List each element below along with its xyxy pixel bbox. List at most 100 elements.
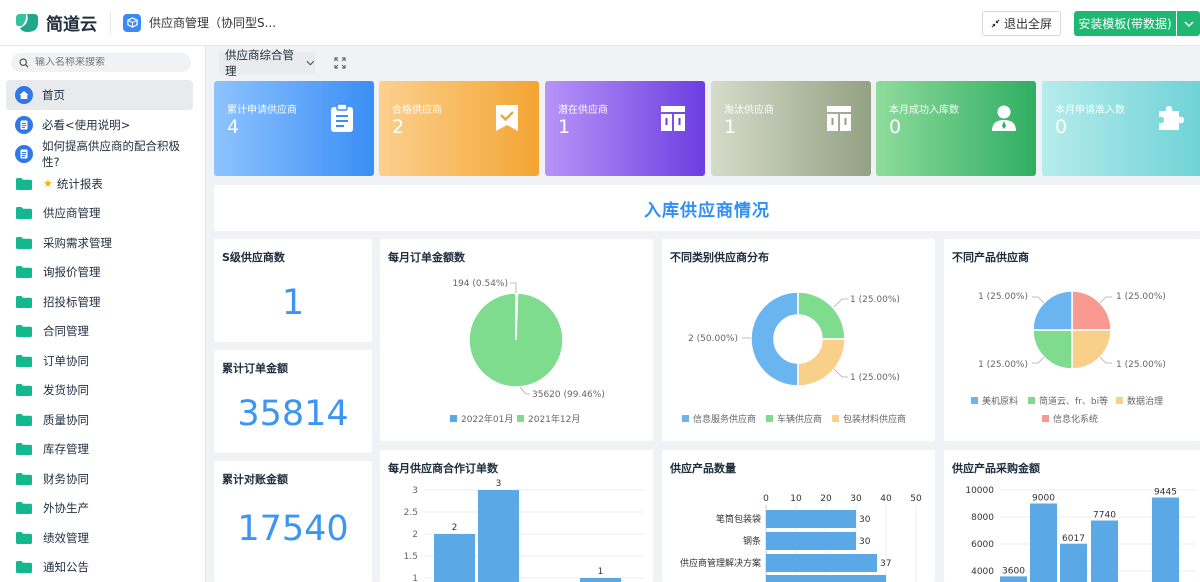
sidebar-item[interactable]: 财务协同 [6,464,193,494]
install-template-button[interactable]: 安装模板(带数据) [1074,11,1176,36]
sidebar-item-label: 质量协同 [43,412,89,427]
sidebar-item[interactable]: ★ 统计报表 [6,169,193,199]
chart-card-product-suppliers[interactable]: 不同产品供应商 1 (25.00%) 1 (25.00%) 1 (25.00%) 1 … [944,239,1200,441]
search-icon [19,57,29,67]
pie-slice[interactable] [1071,329,1112,370]
star-icon: ★ [43,177,53,190]
app-title[interactable]: 供应商管理（协同型S... [149,14,276,31]
pie-slice[interactable] [797,291,846,340]
label-leader-line [1032,356,1045,364]
sidebar-item-label: 必看<使用说明> [42,117,131,132]
sidebar-item[interactable]: 供应商管理 [6,198,193,228]
search-box[interactable] [11,53,191,72]
bar[interactable] [1091,520,1118,582]
pie-slice[interactable] [468,292,564,388]
chart-card-monthly-order-amount[interactable]: 每月订单金额数 194 (0.54%) 35620 (99.46%) 2022年01… [380,239,653,441]
label-leader-line [1032,296,1045,304]
sidebar-item[interactable]: 合同管理 [6,316,193,346]
stat-value: 17540 [237,509,349,549]
section-title: 入库供应商情况 [644,200,770,221]
bar[interactable] [1030,503,1057,582]
clipboard-icon [331,103,353,132]
bar[interactable] [1000,576,1027,582]
bar[interactable] [1060,543,1087,582]
kpi-card[interactable]: 淘汰供应商 1 [711,81,871,176]
chart-card-purchase-amount[interactable]: 供应产品采购金额 10000 8000 6000 4000 3600 9000 6017 77… [944,450,1200,582]
kpi-label: 本月申请准入数 [1055,105,1125,116]
sidebar: 首页必看<使用说明>如何提高供应商的配合积极性?★统计报表供应商管理采购需求管理… [0,46,206,582]
slice-label: 194 (0.54%) [452,279,508,289]
stat-card[interactable]: 累计订单金额 35814 [214,350,372,453]
pie-slice[interactable] [750,291,799,387]
sidebar-item[interactable]: 订单协同 [6,346,193,376]
sidebar-item-label: 绩效管理 [43,530,89,545]
chart-card-monthly-orders[interactable]: 每月供应商合作订单数 3 2.5 2 1.5 1 2 3 1 [380,450,653,582]
pie-slice[interactable] [1032,290,1073,331]
sidebar-item-label: 发货协同 [43,383,89,397]
sidebar-item[interactable]: 绩效管理 [6,523,193,553]
kpi-card[interactable]: 潜在供应商 1 [545,81,705,176]
sidebar-item[interactable]: 通知公告 [6,552,193,582]
label-leader-line [1099,356,1112,364]
search-input[interactable] [35,57,185,68]
puzzle-icon [1159,106,1184,130]
kpi-card[interactable]: 累计申请供应商 4 [214,81,374,176]
x-tick-label: 50 [910,494,922,504]
install-template-label: 安装模板(带数据) [1078,17,1172,31]
install-dropdown-button[interactable] [1177,11,1200,36]
kpi-value: 4 [227,116,240,138]
folder-icon [16,443,32,455]
bar-value-label: 2 [452,523,458,533]
kpi-value: 0 [1055,116,1068,138]
bar[interactable] [434,534,475,582]
expand-icon[interactable] [334,57,346,69]
bar[interactable] [766,575,886,582]
bar[interactable] [478,490,519,582]
bar[interactable] [766,510,856,528]
label-leader-line [1099,296,1112,304]
card-title: S级供应商数 [222,251,285,264]
sidebar-item-label: 首页 [42,88,65,102]
top-bar: 简道云 供应商管理（协同型S... 退出全屏 安装模板(带数据) [0,0,1200,46]
sidebar-item[interactable]: 首页 [6,80,193,110]
bar[interactable] [1152,497,1179,582]
card-title: 累计订单金额 [222,362,288,375]
pie-slice[interactable] [1071,290,1112,331]
pie-slice[interactable] [797,338,846,387]
kpi-card[interactable]: 合格供应商 2 [379,81,539,176]
legend-label: 简道云、fr、bi等 [1039,395,1108,407]
kpi-card[interactable]: 本月申请准入数 0 [1042,81,1200,176]
bar[interactable] [766,532,856,550]
sidebar-item[interactable]: 询报价管理 [6,257,193,287]
pie-slice[interactable] [1032,329,1073,370]
sidebar-item[interactable]: 发货协同 [6,375,193,405]
stat-card[interactable]: 累计对账金额 17540 [214,461,372,582]
legend-swatch [682,415,689,422]
sidebar-item[interactable]: 质量协同 [6,405,193,435]
y-category-label: 笔筒包装袋 [716,513,761,525]
stat-card[interactable]: S级供应商数 1 [214,239,372,342]
bar[interactable] [580,578,621,582]
sidebar-item[interactable]: 招投标管理 [6,287,193,317]
y-tick-label: 4000 [971,567,994,577]
legend-label: 2021年12月 [528,413,580,425]
chart-card-category-distribution[interactable]: 不同类别供应商分布 2 (50.00%) 1 (25.00%) 1 (25.00%)… [662,239,935,441]
logo[interactable]: 简道云 [14,10,102,35]
chart-card-product-quantity[interactable]: 供应产品数量 0 10 20 30 40 50 30 笔筒包装袋 30 钢条 37 供应商管理解决方案 [662,450,935,582]
y-tick-label: 1.5 [404,552,418,562]
sidebar-item-label: 统计报表 [56,176,103,191]
slice-label: 1 (25.00%) [978,360,1028,370]
sidebar-item[interactable]: 采购需求管理 [6,228,193,258]
exit-fullscreen-button[interactable]: 退出全屏 [982,11,1061,36]
folder-icon [16,236,32,249]
folder-icon [16,413,32,426]
kpi-card[interactable]: 本月成功入库数 0 [876,81,1036,176]
exit-fullscreen-label: 退出全屏 [1003,17,1052,31]
sidebar-item[interactable]: 如何提高供应商的配合积极性? [6,139,193,169]
dashboard-select[interactable]: 供应商综合管理 [219,48,315,78]
bar[interactable] [766,554,877,572]
sidebar-item[interactable]: 外协生产 [6,493,193,523]
sidebar-item[interactable]: 库存管理 [6,434,193,464]
sidebar-item[interactable]: 必看<使用说明> [6,110,193,140]
legend-label: 2022年01月 [461,413,513,425]
